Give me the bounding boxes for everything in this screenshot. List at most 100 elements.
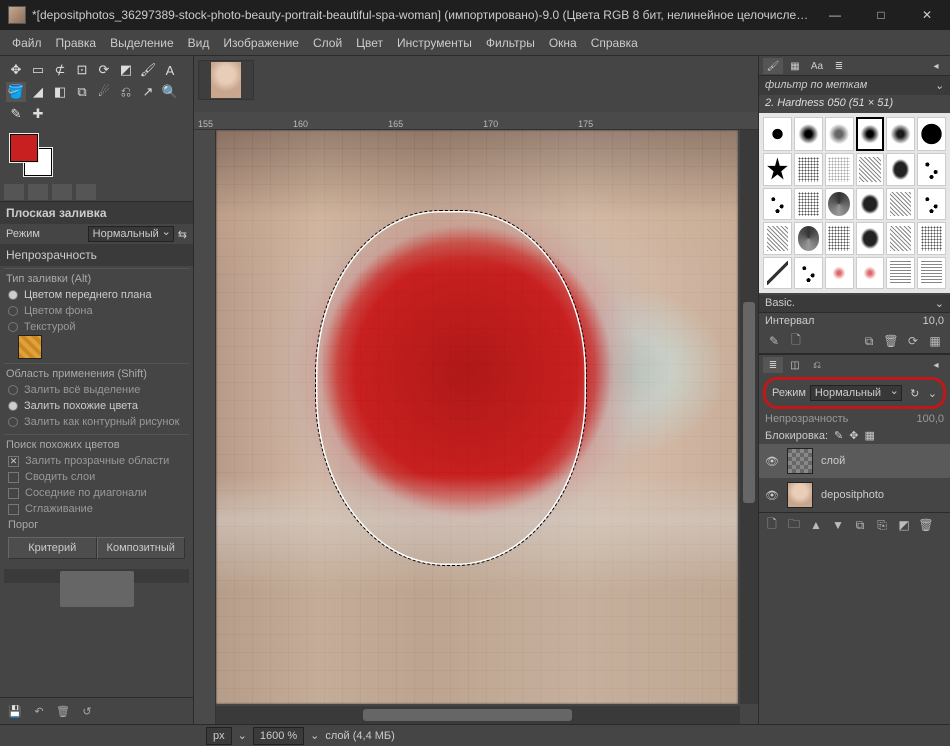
brush-item[interactable] [886,153,915,185]
brush-item[interactable] [886,222,915,254]
area-selection-radio[interactable]: Залить всё выделение [4,382,189,398]
fill-transparent-check[interactable]: Залить прозрачные области [4,453,189,469]
dock-menu-icon[interactable]: ◂ [926,58,946,74]
brush-item[interactable] [886,117,915,151]
unit-chevron-icon[interactable]: ⌄ [238,729,247,742]
delete-preset-icon[interactable]: 🗑 [54,702,72,720]
save-preset-icon[interactable]: 💾 [6,702,24,720]
menu-help[interactable]: Справка [585,32,644,54]
images-tab-icon[interactable] [76,184,96,200]
left-hscroll[interactable] [4,569,189,583]
menu-layer[interactable]: Слой [307,32,348,54]
free-select-tool-icon[interactable]: ⊄ [50,60,70,80]
delete-layer-icon[interactable]: 🗑 [917,517,935,533]
merge-layer-icon[interactable]: ⎘ [873,517,891,533]
brush-item[interactable] [763,188,792,220]
layers-tab-icon[interactable]: ≣ [763,357,783,373]
brushes-tab-icon[interactable]: 🖌 [763,58,783,74]
brush-item[interactable] [794,257,823,289]
criterion-button[interactable]: Критерий [8,537,97,559]
lock-pixel-icon[interactable]: ✎ [834,429,843,442]
layer-name[interactable]: слой [821,455,845,467]
zoom-chevron-icon[interactable]: ⌄ [310,729,319,742]
close-button[interactable]: ✕ [904,0,950,30]
layer-opacity-value[interactable]: 100,0 [916,413,944,425]
canvas-vscroll[interactable] [740,130,758,704]
delete-brush-icon[interactable]: 🗑 [882,333,900,349]
zoom-select[interactable]: 1600 % [253,727,304,745]
rect-select-tool-icon[interactable]: ▭ [28,60,48,80]
canvas-hscroll[interactable] [216,706,740,724]
zoom-tool-icon[interactable]: 🔍 [160,82,180,102]
heal-tool-icon[interactable]: ✚ [28,104,48,124]
new-layer-icon[interactable]: 🗋 [763,517,781,533]
tool-options-tab-icon[interactable] [4,184,24,200]
brush-item[interactable] [794,188,823,220]
lock-alpha-icon[interactable]: ▦ [864,429,874,442]
mask-layer-icon[interactable]: ◩ [895,517,913,533]
menu-select[interactable]: Выделение [104,32,180,54]
brush-item[interactable] [825,188,854,220]
brush-item[interactable] [825,257,854,289]
transform-tool-icon[interactable]: ⟳ [94,60,114,80]
bucket-fill-tool-icon[interactable]: 🪣 [6,82,26,102]
brush-item[interactable] [856,257,885,289]
brush-item[interactable] [794,117,823,151]
device-status-tab-icon[interactable] [28,184,48,200]
brush-item[interactable] [763,153,792,185]
reset-defaults-icon[interactable]: ↺ [78,702,96,720]
mode-select[interactable]: Нормальный [88,226,174,242]
layer-row[interactable]: 👁 слой [759,444,950,478]
brush-item[interactable] [917,222,946,254]
area-similar-radio[interactable]: Залить похожие цвета [4,398,189,414]
diagonal-check[interactable]: Соседние по диагонали [4,485,189,501]
brush-item[interactable] [886,188,915,220]
menu-windows[interactable]: Окна [543,32,583,54]
menu-filters[interactable]: Фильтры [480,32,541,54]
undo-history-tab-icon[interactable] [52,184,72,200]
menu-color[interactable]: Цвет [350,32,389,54]
fonts-tab-icon[interactable]: Aa [807,58,827,74]
canvas[interactable] [216,130,758,724]
unit-select[interactable]: px [206,727,232,745]
menu-file[interactable]: Файл [6,32,48,54]
path-tool-icon[interactable]: ⎌ [116,82,136,102]
refresh-brush-icon[interactable]: ⟳ [904,333,922,349]
minimize-button[interactable]: — [812,0,858,30]
pattern-swatch[interactable] [18,335,42,359]
mode-toggle-icon[interactable]: ⇆ [178,228,187,241]
layer-mode-select[interactable]: Нормальный [810,385,902,401]
interval-value[interactable]: 10,0 [923,315,944,327]
brush-item[interactable] [886,257,915,289]
brush-item-selected[interactable] [856,117,885,151]
visibility-icon[interactable]: 👁 [765,489,779,502]
brush-item[interactable] [825,153,854,185]
visibility-icon[interactable]: 👁 [765,455,779,468]
brush-preset-select[interactable]: Basic.⌄ [759,295,950,312]
lock-position-icon[interactable]: ✥ [849,429,858,442]
layer-name[interactable]: depositphoto [821,489,884,501]
brush-item[interactable] [856,222,885,254]
warp-tool-icon[interactable]: ◩ [116,60,136,80]
restore-preset-icon[interactable]: ↶ [30,702,48,720]
brush-item[interactable] [825,117,854,151]
new-brush-icon[interactable]: 🗋 [787,333,805,349]
color-picker-tool-icon[interactable]: ✎ [6,104,26,124]
eraser-tool-icon[interactable]: ◧ [50,82,70,102]
layer-dock-menu-icon[interactable]: ◂ [926,357,946,373]
fg-color-swatch[interactable] [10,134,38,162]
open-brush-folder-icon[interactable]: ▦ [926,333,944,349]
clone-tool-icon[interactable]: ⧉ [72,82,92,102]
paintbrush-tool-icon[interactable]: 🖌 [138,60,158,80]
area-lineart-radio[interactable]: Залить как контурный рисунок [4,414,189,430]
menu-tools[interactable]: Инструменты [391,32,478,54]
edit-brush-icon[interactable]: ✎ [765,333,783,349]
patterns-tab-icon[interactable]: ▦ [785,58,805,74]
new-image-button[interactable] [262,60,318,100]
raise-layer-icon[interactable]: ▲ [807,517,825,533]
image-thumbnail[interactable] [198,60,254,100]
menu-edit[interactable]: Правка [50,32,103,54]
paths-tab-icon[interactable]: ⎌ [807,357,827,373]
chevron-down-icon[interactable]: ⌄ [928,387,937,400]
menu-image[interactable]: Изображение [217,32,305,54]
